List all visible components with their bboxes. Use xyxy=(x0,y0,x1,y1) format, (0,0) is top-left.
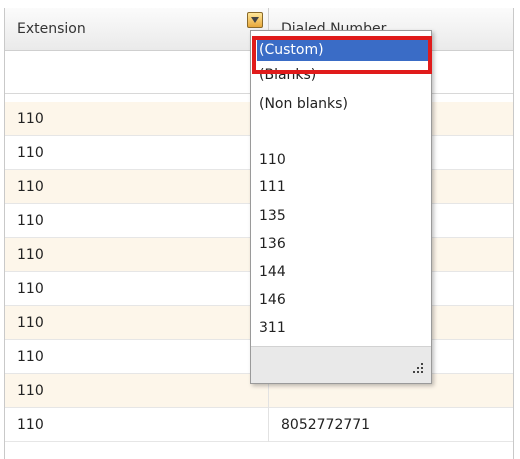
resize-grip-icon[interactable] xyxy=(411,363,423,375)
filter-option[interactable]: 146 xyxy=(257,289,429,311)
extension-cell[interactable]: 110 xyxy=(5,272,269,306)
column-header-extension-label: Extension xyxy=(17,21,86,37)
filter-dropdown-icon[interactable] xyxy=(247,12,263,28)
highlight-box xyxy=(252,36,432,74)
column-header-extension[interactable]: Extension xyxy=(5,8,269,50)
filter-option[interactable]: 311 xyxy=(257,317,429,339)
extension-cell[interactable]: 110 xyxy=(5,340,269,374)
extension-cell[interactable]: 110 xyxy=(5,408,269,442)
table-row[interactable]: 110 8052772771 xyxy=(5,408,513,442)
filter-option[interactable]: 136 xyxy=(257,233,429,255)
popup-resize-bar xyxy=(251,346,431,383)
filter-option[interactable] xyxy=(257,121,429,143)
extension-cell[interactable]: 110 xyxy=(5,170,269,204)
extension-cell[interactable]: 110 xyxy=(5,306,269,340)
extension-cell[interactable]: 110 xyxy=(5,374,269,408)
filter-option[interactable]: 111 xyxy=(257,176,429,198)
extension-cell[interactable]: 110 xyxy=(5,204,269,238)
extension-cell[interactable]: 110 xyxy=(5,136,269,170)
dialed-number-cell[interactable]: 8052772771 xyxy=(269,408,513,442)
filter-popup: (Custom) (Blanks) (Non blanks) 110 111 135 136… xyxy=(250,30,432,384)
extension-cell[interactable]: 110 xyxy=(5,238,269,272)
filter-option[interactable]: (Non blanks) xyxy=(257,93,429,115)
filter-option[interactable]: 135 xyxy=(257,205,429,227)
extension-cell[interactable]: 110 xyxy=(5,102,269,136)
filter-option[interactable]: 110 xyxy=(257,149,429,171)
filter-option[interactable]: 144 xyxy=(257,261,429,283)
